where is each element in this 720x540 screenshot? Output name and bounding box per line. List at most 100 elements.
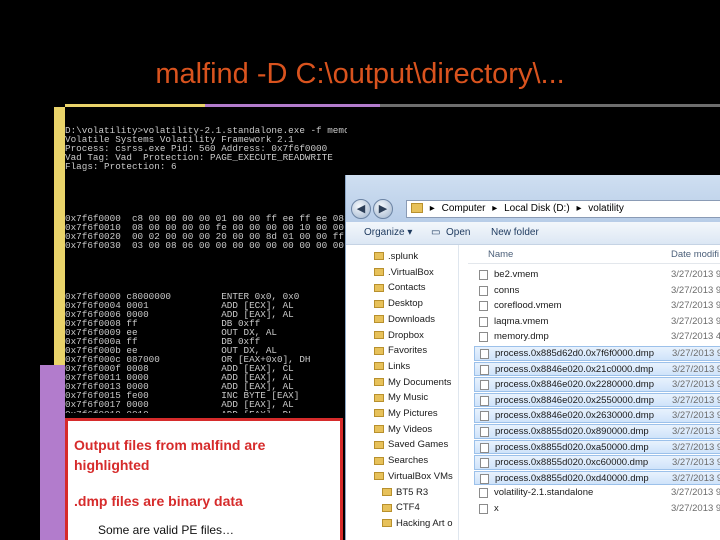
- file-icon: [480, 458, 489, 469]
- sidebar-item[interactable]: Downloads: [374, 314, 435, 325]
- address-path[interactable]: ▸ Computer ▸ Local Disk (D:) ▸ volatilit…: [406, 200, 720, 218]
- file-icon: [479, 504, 488, 514]
- file-row[interactable]: be2.vmem 3/27/2013 9:: [474, 268, 720, 283]
- console-header-line: Flags: Protection: 6: [65, 161, 177, 173]
- sidebar-item[interactable]: .splunk: [374, 251, 418, 262]
- file-icon: [480, 349, 489, 359]
- file-name: process.0x8846e020.0x2630000.dmp: [495, 410, 654, 422]
- back-arrow-icon[interactable]: ◀: [351, 199, 371, 219]
- column-name[interactable]: Name: [488, 249, 513, 260]
- sidebar-item[interactable]: .VirtualBox: [374, 267, 434, 278]
- file-icon: [480, 395, 489, 406]
- file-row[interactable]: volatility-2.1.standalone 3/27/2013 9:: [474, 486, 720, 501]
- file-date: 3/27/2013 9:: [672, 441, 720, 453]
- sidebar-item[interactable]: Links: [374, 361, 410, 372]
- sidebar-item[interactable]: My Pictures: [374, 408, 438, 419]
- folder-icon: [374, 268, 384, 277]
- sidebar-item[interactable]: CTF4: [382, 502, 420, 513]
- file-row[interactable]: conns 3/27/2013 9:: [474, 284, 720, 299]
- sidebar-item-label: Desktop: [388, 298, 423, 310]
- new-folder-button[interactable]: New folder: [491, 222, 539, 244]
- command-prompt-output: D:\volatility>volatility-2.1.standalone.…: [65, 108, 347, 413]
- navigation-pane: .splunk .VirtualBox Contacts Desktop Downloa…: [346, 245, 459, 540]
- sidebar-item-label: My Documents: [388, 376, 452, 388]
- sidebar-item-label: .VirtualBox: [388, 266, 434, 278]
- sidebar-item[interactable]: Saved Games: [374, 439, 448, 450]
- decor-yellow-bar: [54, 107, 65, 365]
- folder-icon: [382, 519, 392, 528]
- decor-purple-bar: [40, 365, 65, 540]
- folder-icon: [374, 378, 384, 387]
- folder-icon: [374, 362, 384, 371]
- address-bar-area: ◀ ▶ ▸ Computer ▸ Local Disk (D:) ▸ volat…: [346, 175, 720, 222]
- file-icon: [480, 473, 489, 484]
- file-name: be2.vmem: [494, 269, 539, 280]
- sidebar-item-label: CTF4: [396, 502, 420, 514]
- file-row[interactable]: process.0x8855d020.0xa50000.dmp 3/27/2013…: [474, 439, 720, 455]
- sidebar-item-label: Hacking Art o: [396, 517, 453, 529]
- breadcrumb-local-disk[interactable]: Local Disk (D:): [504, 203, 570, 214]
- file-row[interactable]: process.0x885d62d0.0x7f6f0000.dmp 3/27/20…: [474, 346, 720, 361]
- sidebar-item[interactable]: Desktop: [374, 298, 423, 309]
- note-line-2: highlighted: [74, 457, 150, 473]
- file-row[interactable]: process.0x8846e020.0x2630000.dmp 3/27/201…: [474, 408, 720, 423]
- file-icon: [479, 301, 488, 312]
- forward-arrow-icon[interactable]: ▶: [373, 199, 393, 219]
- file-date: 3/27/2013 9:: [671, 300, 720, 312]
- breadcrumb-volatility[interactable]: volatility: [588, 203, 624, 214]
- file-icon: [480, 442, 489, 453]
- file-name: process.0x8855d020.0x890000.dmp: [495, 426, 649, 437]
- console-disasm-line: 0x7f6f0019 0010 ADD [EAX], DL: [65, 409, 347, 413]
- path-separator: ▸: [576, 203, 582, 214]
- sidebar-item[interactable]: BT5 R3: [382, 487, 428, 498]
- sidebar-item[interactable]: My Videos: [374, 424, 432, 435]
- organize-button[interactable]: Organize ▾: [364, 222, 412, 244]
- folder-icon: [374, 472, 384, 481]
- file-date: 3/27/2013 9:: [672, 457, 720, 469]
- note-line-1: Output files from malfind are: [74, 437, 266, 453]
- folder-icon: [374, 346, 384, 355]
- file-date: 3/27/2013 4:: [671, 331, 720, 343]
- file-date: 3/27/2013 9:: [671, 487, 720, 499]
- file-row[interactable]: process.0x8855d020.0x890000.dmp 3/27/2013…: [474, 424, 720, 439]
- sidebar-item[interactable]: My Documents: [374, 377, 451, 388]
- annotation-box: Output files from malfind are highlighte…: [65, 418, 343, 540]
- file-row[interactable]: process.0x8855d020.0xd40000.dmp 3/27/2013…: [474, 470, 720, 486]
- sidebar-item-label: Favorites: [388, 345, 428, 357]
- column-date-modified[interactable]: Date modifi: [671, 249, 719, 260]
- sidebar-item[interactable]: Dropbox: [374, 330, 424, 341]
- file-row[interactable]: process.0x8846e020.0x21c0000.dmp 3/27/201…: [474, 361, 720, 377]
- file-date: 3/27/2013 9:: [671, 503, 720, 514]
- file-date: 3/27/2013 9:: [672, 348, 720, 359]
- open-button[interactable]: Open: [446, 222, 470, 244]
- file-row[interactable]: laqma.vmem 3/27/2013 9:: [474, 315, 720, 330]
- file-name: x: [494, 503, 499, 514]
- sidebar-item[interactable]: Contacts: [374, 282, 426, 293]
- file-row[interactable]: process.0x8855d020.0xc60000.dmp 3/27/2013…: [474, 455, 720, 470]
- sidebar-item-label: Contacts: [388, 282, 426, 294]
- sidebar-item[interactable]: Searches: [374, 455, 428, 466]
- folder-icon: [382, 487, 392, 496]
- file-icon: [480, 427, 489, 437]
- file-icon: [479, 285, 488, 296]
- sidebar-item-label: BT5 R3: [396, 486, 429, 498]
- sidebar-item-label: Searches: [388, 455, 429, 467]
- sidebar-item[interactable]: Hacking Art o: [382, 518, 453, 529]
- file-name: memory.dmp: [494, 331, 549, 343]
- file-icon: [480, 411, 489, 422]
- file-name: process.0x8846e020.0x2280000.dmp: [495, 379, 654, 391]
- sidebar-item[interactable]: My Music: [374, 392, 428, 403]
- file-row[interactable]: x 3/27/2013 9:: [474, 502, 720, 517]
- file-row[interactable]: memory.dmp 3/27/2013 4:: [474, 330, 720, 345]
- file-row[interactable]: process.0x8846e020.0x2280000.dmp 3/27/201…: [474, 377, 720, 392]
- slide-title: malfind -D C:\output\directory\...: [155, 58, 565, 90]
- sidebar-item[interactable]: Favorites: [374, 345, 427, 356]
- file-date: 3/27/2013 9:: [671, 284, 720, 296]
- folder-icon: [374, 252, 384, 261]
- file-row[interactable]: coreflood.vmem 3/27/2013 9:: [474, 299, 720, 314]
- breadcrumb-computer[interactable]: Computer: [442, 203, 486, 214]
- folder-icon: [382, 503, 392, 512]
- file-name: process.0x8855d020.0xd40000.dmp: [495, 472, 649, 484]
- file-row[interactable]: process.0x8846e020.0x2550000.dmp 3/27/201…: [474, 392, 720, 408]
- sidebar-item[interactable]: VirtualBox VMs: [374, 471, 453, 482]
